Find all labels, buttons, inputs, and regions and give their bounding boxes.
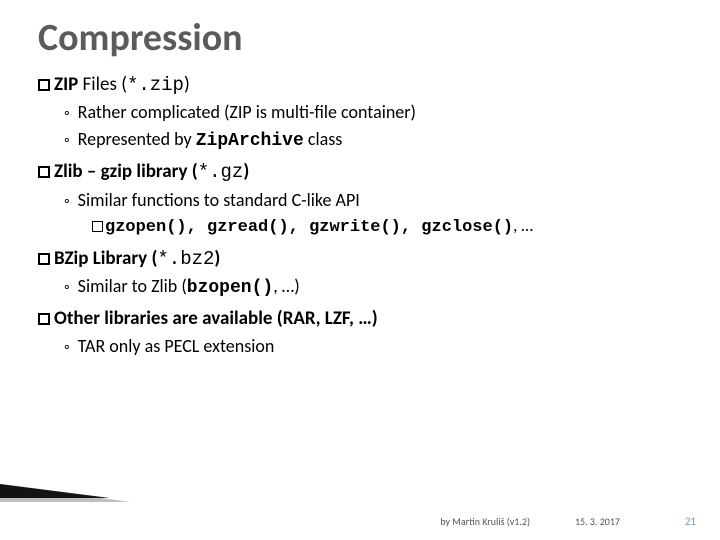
footer-date: 15. 3. 2017	[575, 515, 620, 528]
footer-author: by Martin Kruliš (v1.2)	[440, 515, 530, 528]
sub-bullet: TAR only as PECL extension	[64, 334, 682, 359]
bullet-head-bold: Zlib	[54, 160, 83, 183]
sub-bullet: Similar to Zlib (bzopen(), …)	[64, 274, 682, 300]
bullet-head-tail: )	[214, 247, 220, 270]
bullet-head-rest: Library (	[88, 247, 157, 270]
corner-decoration	[0, 484, 110, 498]
l3-mono: gzread()	[207, 218, 289, 237]
sub-text: Similar functions to standard C-like API	[78, 189, 360, 211]
bullet-head-rest: – gzip library (	[83, 160, 198, 183]
sub-mono: bzopen()	[187, 278, 273, 298]
sub-sub-bullet: gzopen(), gzread(), gzwrite(), gzclose()…	[92, 215, 682, 240]
bullet-bzip: BZip Library (*.bz2)	[38, 246, 682, 273]
square-bullet-icon	[92, 221, 103, 232]
l3-text: ,	[187, 218, 207, 237]
sub-text: Represented by	[78, 128, 196, 150]
bullet-head-tail: )	[184, 73, 190, 96]
bullet-head-bold: BZip	[54, 247, 88, 270]
sub-text: Rather complicated (ZIP is multi-file co…	[78, 101, 416, 123]
l3-text: , …	[513, 215, 533, 236]
l3-mono: gzopen()	[105, 218, 187, 237]
bullet-head-rest: libraries are available (RAR, LZF, …)	[100, 307, 378, 330]
bullet-other: Other libraries are available (RAR, LZF,…	[38, 306, 682, 332]
sub-mono: ZipArchive	[196, 131, 304, 151]
sub-bullet: Rather complicated (ZIP is multi-file co…	[64, 100, 682, 125]
bullet-zlib: Zlib – gzip library (*.gz)	[38, 159, 682, 186]
bullet-zip: ZIP Files (*.zip)	[38, 72, 682, 99]
sub-text: , …)	[273, 275, 299, 297]
square-bullet-icon	[38, 313, 50, 325]
bullet-head-mono: *.zip	[127, 74, 184, 96]
square-bullet-icon	[38, 166, 50, 178]
sub-text: Similar to Zlib (	[78, 275, 187, 297]
l3-text: ,	[289, 218, 309, 237]
square-bullet-icon	[38, 253, 50, 265]
bullet-head-rest: Files (	[78, 73, 127, 96]
slide: Compression ZIP Files (*.zip) Rather com…	[0, 0, 720, 540]
square-bullet-icon	[38, 79, 50, 91]
slide-title: Compression	[38, 18, 682, 60]
sub-text: TAR only as PECL extension	[78, 335, 275, 357]
bullet-head-tail: )	[243, 160, 249, 183]
bullet-head-bold: ZIP	[54, 73, 78, 96]
bullet-head-bold: Other	[54, 307, 100, 330]
sub-bullet: Similar functions to standard C-like API	[64, 188, 682, 213]
l3-mono: gzwrite()	[309, 218, 401, 237]
bullet-head-mono: *.gz	[198, 161, 244, 183]
l3-mono: gzclose()	[421, 218, 513, 237]
sub-bullet: Represented by ZipArchive class	[64, 127, 682, 153]
l3-text: ,	[401, 218, 421, 237]
bullet-head-mono: *.bz2	[157, 248, 214, 270]
sub-text: class	[304, 128, 343, 150]
footer-page-number: 21	[685, 515, 696, 528]
slide-body: ZIP Files (*.zip) Rather complicated (ZI…	[38, 72, 682, 359]
